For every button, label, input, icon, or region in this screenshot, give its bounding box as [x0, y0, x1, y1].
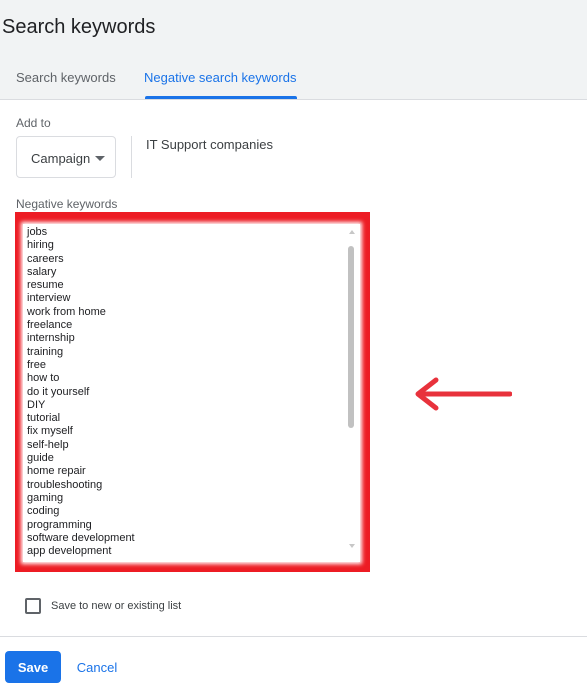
- negative-keywords-textarea[interactable]: jobs hiring careers salary resume interview wo…: [23, 224, 360, 562]
- footer-divider: [0, 636, 587, 637]
- negative-keywords-label: Negative keywords: [16, 197, 118, 211]
- keyword-line: home repair: [27, 465, 86, 478]
- keyword-line: careers: [27, 252, 64, 265]
- keyword-line: DIY: [27, 398, 46, 411]
- keyword-line: programming: [27, 518, 92, 531]
- vertical-divider: [131, 136, 132, 178]
- keyword-line: training: [27, 345, 64, 358]
- tab-bar: Search keywords Negative search keywords: [0, 62, 587, 100]
- keyword-line: resume: [27, 279, 64, 292]
- keyword-line: hiring: [27, 239, 54, 252]
- keyword-line: coding: [27, 505, 60, 518]
- level-dropdown[interactable]: Campaign: [16, 136, 116, 178]
- keyword-line: software development: [27, 531, 135, 544]
- tab-search-keywords[interactable]: Search keywords: [16, 70, 116, 85]
- keyword-line: free: [27, 358, 46, 371]
- cancel-button[interactable]: Cancel: [69, 651, 125, 683]
- keyword-line: freelance: [27, 319, 73, 332]
- keyword-line: internship: [27, 332, 75, 345]
- keyword-list: jobs hiring careers salary resume interview wo…: [27, 226, 135, 558]
- scroll-thumb[interactable]: [348, 246, 354, 428]
- keyword-line: fix myself: [27, 425, 73, 438]
- keyword-line: app development: [27, 545, 112, 558]
- keyword-line: gaming: [27, 491, 64, 504]
- scroll-up-icon[interactable]: [349, 230, 355, 234]
- keyword-line: self-help: [27, 438, 69, 451]
- keyword-line: troubleshooting: [27, 478, 103, 491]
- keyword-line: work from home: [27, 305, 106, 318]
- page-title: Search keywords: [2, 16, 156, 38]
- level-dropdown-value: Campaign: [31, 151, 91, 166]
- save-to-list-label: Save to new or existing list: [51, 600, 182, 612]
- keyword-line: salary: [27, 265, 57, 278]
- caret-down-icon: [95, 156, 105, 161]
- save-to-list-checkbox[interactable]: [25, 598, 41, 614]
- save-button[interactable]: Save: [5, 651, 61, 683]
- keyword-line: do it yourself: [27, 385, 90, 398]
- tab-negative-search-keywords[interactable]: Negative search keywords: [144, 70, 296, 85]
- keyword-line: jobs: [27, 226, 48, 238]
- textarea-scrollbar[interactable]: [345, 224, 359, 562]
- dialog-header: Search keywords Search keywords Negative…: [0, 0, 587, 100]
- keyword-line: tutorial: [27, 412, 61, 425]
- keyword-line: how to: [27, 372, 60, 385]
- keyword-line: interview: [27, 292, 71, 305]
- keyword-line: guide: [27, 452, 54, 465]
- campaign-name: IT Support companies: [146, 137, 273, 152]
- add-to-label: Add to: [16, 116, 51, 130]
- left-arrow-icon: [415, 377, 512, 411]
- scroll-down-icon[interactable]: [349, 544, 355, 548]
- header-divider: [0, 99, 587, 100]
